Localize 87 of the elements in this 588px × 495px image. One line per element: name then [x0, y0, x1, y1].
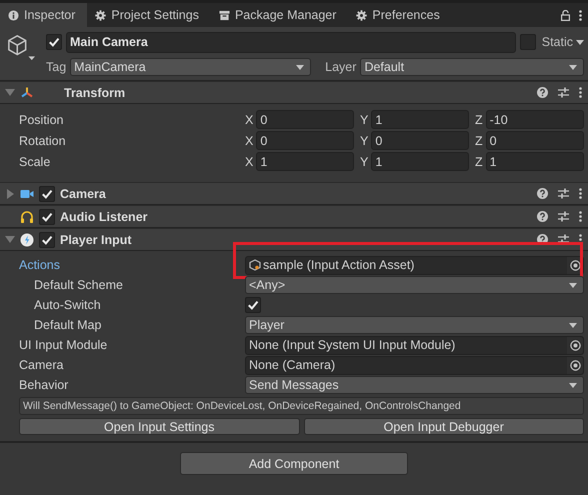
static-dropdown[interactable]: Static: [540, 35, 584, 49]
settings-icon: [95, 10, 106, 20]
picker-icon[interactable]: [567, 356, 583, 374]
enabled-checkbox[interactable]: [39, 186, 55, 202]
component-title: Audio Listener: [60, 210, 148, 224]
layer-dropdown[interactable]: Default: [360, 58, 584, 76]
number-field[interactable]: 1: [256, 152, 354, 171]
axis-label[interactable]: Y: [360, 112, 368, 126]
headphones-icon: [20, 210, 34, 224]
property-label: UI Input Module: [18, 338, 108, 352]
help-icon[interactable]: [537, 211, 548, 222]
lock-icon[interactable]: [561, 10, 570, 20]
component-title: Camera: [60, 186, 106, 200]
number-field[interactable]: 1: [371, 152, 469, 171]
component-title: Player Input: [60, 232, 132, 246]
axis-label[interactable]: Y: [360, 134, 368, 148]
help-icon[interactable]: [537, 188, 548, 199]
help-icon[interactable]: [537, 87, 548, 98]
property-label: Camera: [18, 358, 64, 372]
property-label: Position: [18, 112, 64, 126]
package-icon: [218, 10, 230, 20]
tab[interactable]: Project Settings: [87, 3, 211, 27]
asset-icon: [249, 259, 261, 271]
more-icon[interactable]: [579, 10, 582, 20]
component-header[interactable]: Transform: [0, 81, 588, 104]
help-message: Will SendMessage() to GameObject: OnDeviceLost, OnDeviceRegained, OnControlsChanged: [19, 397, 584, 415]
dropdown[interactable]: Send Messages: [245, 376, 584, 394]
dropdown[interactable]: <Any>: [245, 276, 584, 294]
open-button[interactable]: Open Input Settings: [19, 418, 300, 435]
preset-icon[interactable]: [558, 211, 569, 222]
foldout-icon[interactable]: [5, 89, 15, 96]
component-header[interactable]: Audio Listener: [0, 205, 588, 228]
property-label: Scale: [18, 154, 52, 168]
cube-icon[interactable]: [6, 33, 36, 61]
checkbox[interactable]: [245, 297, 261, 313]
settings-icon: [356, 10, 368, 20]
preset-icon[interactable]: [558, 87, 569, 98]
dropdown[interactable]: Player: [245, 316, 584, 334]
enabled-checkbox[interactable]: [39, 232, 55, 248]
more-icon[interactable]: [579, 188, 582, 199]
preset-icon[interactable]: [558, 188, 569, 199]
axis-label[interactable]: X: [245, 154, 254, 168]
layer-label: Layer: [325, 60, 356, 74]
axis-label[interactable]: X: [245, 112, 254, 126]
open-button[interactable]: Open Input Debugger: [304, 418, 584, 435]
axis-label[interactable]: Z: [475, 154, 483, 168]
component-header[interactable]: Camera: [0, 182, 588, 205]
property-label: Auto-Switch: [33, 298, 102, 312]
more-icon[interactable]: [579, 87, 582, 98]
number-field[interactable]: -10: [486, 110, 584, 129]
picker-icon[interactable]: [567, 336, 583, 354]
object-field[interactable]: None (Input System UI Input Module): [245, 336, 584, 354]
component-header[interactable]: Player Input: [0, 228, 588, 251]
axes-icon: [20, 86, 34, 100]
preset-icon[interactable]: [558, 234, 569, 245]
tab[interactable]: Inspector: [0, 3, 88, 27]
tag-dropdown[interactable]: MainCamera: [70, 58, 312, 76]
number-field[interactable]: 0: [371, 131, 469, 150]
property-label: Default Scheme: [33, 278, 124, 292]
add-component-button[interactable]: Add Component: [180, 452, 408, 475]
static-checkbox[interactable]: [520, 34, 536, 50]
property-label: Rotation: [18, 134, 67, 148]
axis-label[interactable]: Z: [475, 112, 483, 126]
help-icon[interactable]: [537, 234, 548, 245]
tab[interactable]: Package Manager: [210, 3, 348, 27]
info-icon: [8, 10, 19, 20]
tag-label: Tag: [46, 60, 66, 74]
name-field[interactable]: Main Camera: [66, 32, 516, 52]
property-label: Actions: [18, 258, 61, 272]
enabled-checkbox[interactable]: [39, 208, 55, 224]
active-checkbox[interactable]: [46, 34, 62, 50]
more-icon[interactable]: [579, 211, 582, 222]
component-title: Transform: [64, 86, 126, 100]
number-field[interactable]: 0: [256, 110, 354, 129]
object-field[interactable]: sample (Input Action Asset): [245, 256, 584, 274]
number-field[interactable]: 0: [256, 131, 354, 150]
property-label: Behavior: [18, 378, 70, 392]
axis-label[interactable]: Y: [360, 154, 368, 168]
input-icon: [20, 232, 34, 246]
object-field[interactable]: None (Camera): [245, 356, 584, 374]
tab[interactable]: Preferences: [348, 3, 452, 27]
number-field[interactable]: 0: [486, 131, 584, 150]
property-label: Default Map: [33, 318, 102, 332]
axis-label[interactable]: X: [245, 134, 254, 148]
axis-label[interactable]: Z: [475, 134, 483, 148]
number-field[interactable]: 1: [371, 110, 469, 129]
number-field[interactable]: 1: [486, 152, 584, 171]
